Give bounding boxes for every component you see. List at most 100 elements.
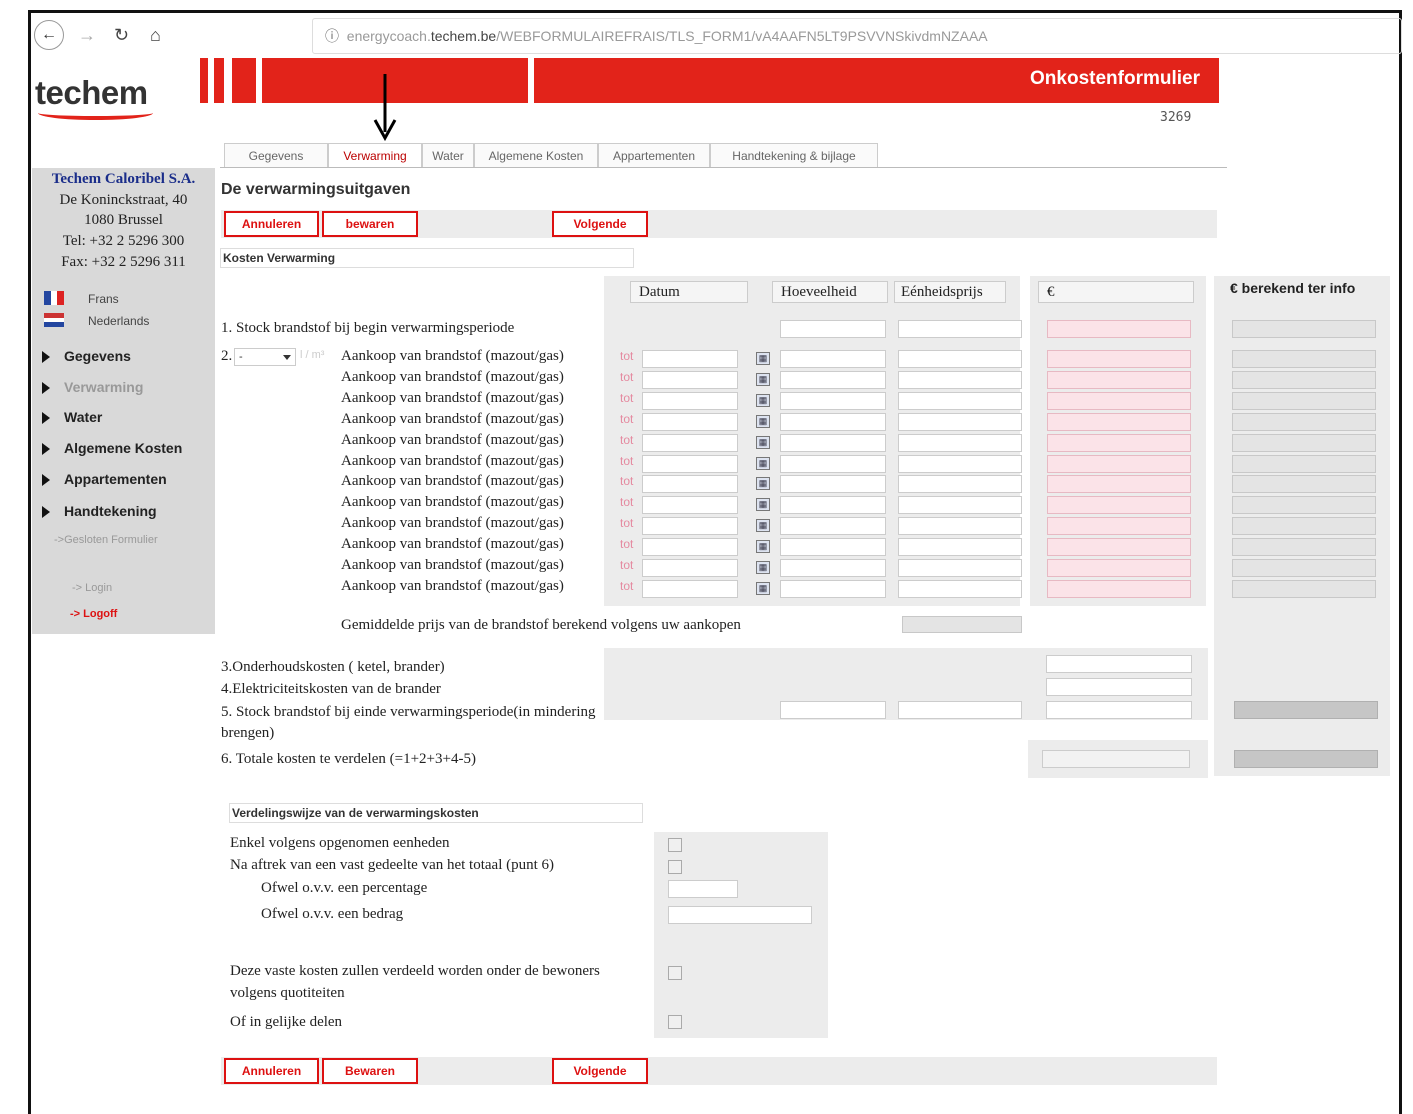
purchase-row-date-input[interactable] — [642, 371, 738, 389]
purchase-row-quantity-input[interactable] — [780, 580, 886, 598]
calendar-icon[interactable]: ▦ — [756, 561, 770, 574]
purchase-row-date-input[interactable] — [642, 455, 738, 473]
calendar-icon[interactable]: ▦ — [756, 457, 770, 470]
fuel-unit-select[interactable]: - — [234, 348, 296, 366]
sidebar-item-water[interactable]: Water — [42, 409, 102, 425]
login-link[interactable]: -> Login — [72, 582, 112, 594]
next-button-bottom[interactable]: Volgende — [552, 1058, 648, 1084]
calendar-icon[interactable]: ▦ — [756, 477, 770, 490]
calendar-icon[interactable]: ▦ — [756, 498, 770, 511]
purchase-row-date-input[interactable] — [642, 434, 738, 452]
purchase-row-quantity-input[interactable] — [780, 350, 886, 368]
sidebar-item-handtekening[interactable]: Handtekening — [42, 503, 157, 519]
purchase-row-unit-price-input[interactable] — [898, 538, 1022, 556]
purchase-row-label: Aankoop van brandstof (mazout/gas) — [341, 411, 564, 427]
line4-euro-input[interactable] — [1046, 678, 1192, 696]
calendar-icon[interactable]: ▦ — [756, 415, 770, 428]
purchase-row-date-input[interactable] — [642, 350, 738, 368]
purchase-row-quantity-input[interactable] — [780, 559, 886, 577]
closed-form-link[interactable]: ->Gesloten Formulier — [54, 534, 158, 546]
purchase-row-info-field — [1232, 517, 1376, 535]
column-header-quantity: Hoeveelheid — [772, 281, 888, 303]
dist-option-fixed-checkbox[interactable] — [668, 860, 682, 874]
purchase-row-date-input[interactable] — [642, 538, 738, 556]
dist-amount-input[interactable] — [668, 906, 812, 924]
dist-percentage-input[interactable] — [668, 880, 738, 898]
banner-stripe — [214, 58, 224, 103]
save-button-bottom[interactable]: Bewaren — [322, 1058, 418, 1084]
dist-quotity-checkbox[interactable] — [668, 966, 682, 980]
calendar-icon[interactable]: ▦ — [756, 436, 770, 449]
sidebar-item-algemene-kosten[interactable]: Algemene Kosten — [42, 440, 182, 456]
line5-unit-price-input[interactable] — [898, 701, 1022, 719]
cancel-button-top[interactable]: Annuleren — [224, 211, 319, 237]
purchase-row-unit-price-input[interactable] — [898, 559, 1022, 577]
dist-option-units-checkbox[interactable] — [668, 838, 682, 852]
purchase-row-unit-price-input[interactable] — [898, 371, 1022, 389]
purchase-row-quantity-input[interactable] — [780, 455, 886, 473]
purchase-row-quantity-input[interactable] — [780, 538, 886, 556]
purchase-row-quantity-input[interactable] — [780, 434, 886, 452]
purchase-row-date-input[interactable] — [642, 559, 738, 577]
save-button-top[interactable]: bewaren — [322, 211, 418, 237]
tab-water[interactable]: Water — [422, 143, 474, 167]
purchase-row-unit-price-input[interactable] — [898, 413, 1022, 431]
url-prefix: energycoach. — [346, 28, 431, 44]
purchase-row-unit-price-input[interactable] — [898, 455, 1022, 473]
purchase-row-unit-price-input[interactable] — [898, 496, 1022, 514]
purchase-row-quantity-input[interactable] — [780, 371, 886, 389]
tab-appartementen[interactable]: Appartementen — [598, 143, 710, 167]
purchase-row-date-input[interactable] — [642, 496, 738, 514]
cancel-button-bottom[interactable]: Annuleren — [224, 1058, 319, 1084]
next-button-top[interactable]: Volgende — [552, 211, 648, 237]
calendar-icon[interactable]: ▦ — [756, 582, 770, 595]
sidebar-item-appartementen[interactable]: Appartementen — [42, 471, 167, 487]
purchase-row-quantity-input[interactable] — [780, 392, 886, 410]
sidebar-item-label: Gegevens — [64, 348, 131, 364]
sidebar-item-gegevens[interactable]: Gegevens — [42, 348, 131, 364]
purchase-row-date-input[interactable] — [642, 413, 738, 431]
purchase-row-quantity-input[interactable] — [780, 413, 886, 431]
purchase-row-euro-field — [1047, 538, 1191, 556]
purchase-row-date-input[interactable] — [642, 392, 738, 410]
tab-handtekening-bijlage[interactable]: Handtekening & bijlage — [710, 143, 878, 167]
reload-button[interactable]: ↻ — [114, 22, 129, 48]
lang-nl-link[interactable]: Nederlands — [88, 314, 149, 328]
calendar-icon[interactable]: ▦ — [756, 373, 770, 386]
purchase-row-quantity-input[interactable] — [780, 496, 886, 514]
address-bar[interactable]: ⓘ energycoach.techem.be/WEBFORMULAIREFRA… — [312, 18, 1402, 54]
tab-algemene-kosten[interactable]: Algemene Kosten — [474, 143, 598, 167]
purchase-row-unit-price-input[interactable] — [898, 517, 1022, 535]
purchase-row-quantity-input[interactable] — [780, 475, 886, 493]
purchase-row-unit-price-input[interactable] — [898, 350, 1022, 368]
line1-quantity-input[interactable] — [780, 320, 886, 338]
line3-euro-input[interactable] — [1046, 655, 1192, 673]
tab-gegevens[interactable]: Gegevens — [224, 143, 328, 167]
calendar-icon[interactable]: ▦ — [756, 394, 770, 407]
purchase-row-unit-price-input[interactable] — [898, 434, 1022, 452]
company-address: De Koninckstraat, 40 — [59, 192, 188, 208]
purchase-row-quantity-input[interactable] — [780, 517, 886, 535]
dist-quotity-label: Deze vaste kosten zullen verdeeld worden… — [230, 963, 600, 979]
purchase-row-unit-price-input[interactable] — [898, 392, 1022, 410]
calendar-icon[interactable]: ▦ — [756, 519, 770, 532]
sidebar-item-verwarming[interactable]: Verwarming — [42, 379, 143, 395]
forward-button[interactable]: → — [78, 22, 96, 48]
logoff-link[interactable]: -> Logoff — [70, 608, 117, 620]
dist-equal-checkbox[interactable] — [668, 1015, 682, 1029]
purchase-row-date-input[interactable] — [642, 475, 738, 493]
purchase-row-unit-price-input[interactable] — [898, 580, 1022, 598]
lang-fr-link[interactable]: Frans — [88, 292, 119, 306]
home-icon[interactable]: ⌂ — [150, 22, 161, 48]
line5-label-cont: brengen) — [221, 725, 275, 741]
purchase-row-date-input[interactable] — [642, 517, 738, 535]
line1-unit-price-input[interactable] — [898, 320, 1022, 338]
calendar-icon[interactable]: ▦ — [756, 352, 770, 365]
purchase-row-date-input[interactable] — [642, 580, 738, 598]
line5-quantity-input[interactable] — [780, 701, 886, 719]
purchase-row-euro-field — [1047, 392, 1191, 410]
purchase-row-unit-price-input[interactable] — [898, 475, 1022, 493]
calendar-icon[interactable]: ▦ — [756, 540, 770, 553]
line5-euro-input[interactable] — [1046, 701, 1192, 719]
back-button[interactable]: ← — [34, 20, 64, 50]
